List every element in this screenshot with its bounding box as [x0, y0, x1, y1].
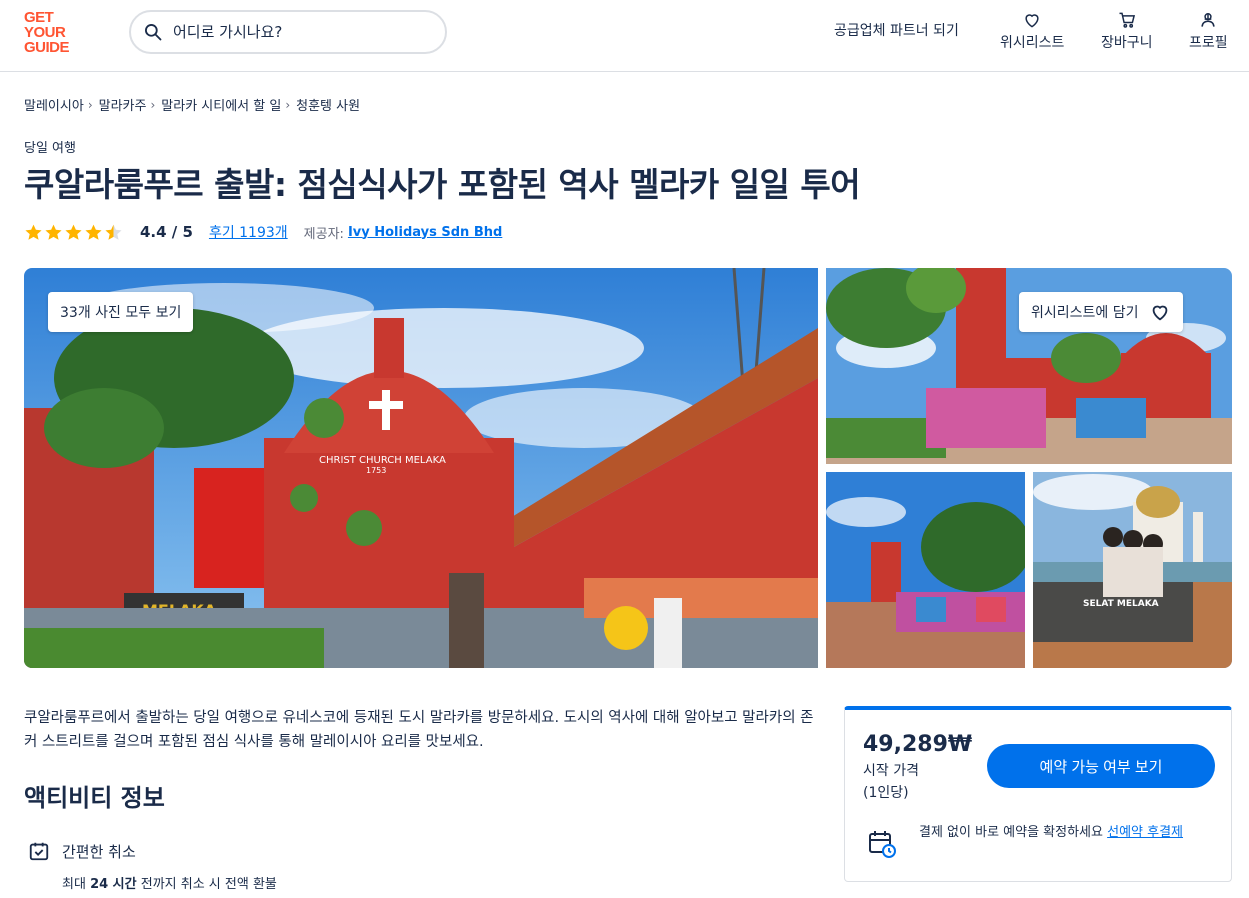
profile-icon: [1201, 13, 1215, 27]
rating-value: 4.4 / 5: [140, 223, 193, 241]
breadcrumb: 말레이시아 › 말라카주 › 말라카 시티에서 할 일 › 청훈텡 사원: [24, 95, 360, 115]
breadcrumb-item[interactable]: 말라카주: [99, 95, 147, 114]
half-star-icon: [105, 224, 122, 240]
nav-cart-label: 장바구니: [1101, 35, 1153, 51]
clock-tower-image: [826, 472, 1025, 668]
chevron-right-icon: ›: [285, 97, 291, 112]
gallery-photo-3[interactable]: [826, 472, 1025, 668]
search-bar[interactable]: [129, 10, 447, 54]
feature-description: 최대 24 시간 전까지 취소 시 전액 환불: [62, 873, 277, 892]
star-icon: [45, 224, 62, 240]
chevron-right-icon: ›: [150, 97, 156, 112]
feature-title: 간편한 취소: [62, 842, 136, 861]
price-unit-label: (1인당): [863, 785, 909, 801]
feature-desc-suffix: 전까지 취소 시 전액 환불: [136, 877, 277, 892]
activity-description: 쿠알라룸푸르에서 출발하는 당일 여행으로 유네스코에 등재된 도시 말라카를 …: [24, 710, 814, 750]
star-icon: [25, 224, 42, 240]
search-input[interactable]: [173, 23, 423, 41]
chevron-right-icon: ›: [87, 97, 93, 112]
church-sign-year: 1753: [366, 466, 386, 475]
add-to-wishlist-label: 위시리스트에 담기: [1031, 305, 1139, 321]
page-title: 쿠알라룸푸르 출발: 점심식사가 포함된 역사 멜라카 일일 투어: [24, 165, 861, 204]
nav-profile[interactable]: 프로필: [1189, 10, 1228, 52]
site-header: GET YOUR GUIDE 공급업체 파트너 되기 위시리스트 장바구니 프로…: [0, 0, 1249, 72]
reserve-now-pay-later-icon: [869, 831, 896, 858]
breadcrumb-item[interactable]: 말라카 시티에서 할 일: [161, 95, 281, 114]
feature-desc-hours: 24 시간: [90, 877, 137, 892]
provider-link[interactable]: Ivy Holidays Sdn Bhd: [348, 225, 502, 240]
supplier-partner-link[interactable]: 공급업체 파트너 되기: [834, 20, 959, 40]
rating-row: 4.4 / 5 후기 1193개 제공자: Ivy Holidays Sdn B…: [24, 222, 502, 242]
check-availability-button[interactable]: 예약 가능 여부 보기: [987, 744, 1215, 788]
getyourguide-logo[interactable]: GET YOUR GUIDE: [24, 10, 82, 56]
church-sign-text: CHRIST CHURCH MELAKA: [319, 455, 446, 466]
star-rating: [24, 223, 124, 242]
heart-icon: [1025, 14, 1039, 28]
nav-cart[interactable]: 장바구니: [1101, 10, 1153, 52]
free-cancellation-feature: 간편한 취소: [28, 840, 136, 862]
heart-icon: [1152, 305, 1167, 321]
booking-panel: 49,289₩ 시작 가격 (1인당) 예약 가능 여부 보기 결제 없이 바로…: [844, 706, 1232, 882]
selat-melaka-sign: SELAT MELAKA: [1083, 599, 1159, 609]
logo-line-1: GET: [24, 9, 54, 26]
nav-wishlist[interactable]: 위시리스트: [1000, 10, 1064, 52]
gallery-photo-4[interactable]: SELAT MELAKA: [1033, 472, 1232, 668]
nav-wishlist-label: 위시리스트: [1000, 35, 1065, 51]
reserve-now-pay-later-link[interactable]: 선예약 후결제: [1107, 825, 1183, 840]
reserve-now-description: 결제 없이 바로 예약을 확정하세요: [919, 825, 1108, 840]
activity-info-title: 액티비티 정보: [24, 784, 165, 812]
star-icon: [85, 224, 102, 240]
straits-mosque-image: SELAT MELAKA: [1033, 472, 1232, 668]
breadcrumb-item[interactable]: 말레이시아: [24, 95, 84, 114]
activity-category: 당일 여행: [24, 141, 76, 156]
price-from-label: 시작 가격: [863, 763, 919, 779]
price: 49,289₩: [863, 732, 973, 757]
breadcrumb-item[interactable]: 청훈텡 사원: [296, 95, 360, 114]
feature-desc-prefix: 최대: [62, 877, 91, 892]
calendar-check-icon: [29, 842, 49, 861]
star-icon: [65, 224, 82, 240]
logo-line-3: GUIDE: [24, 39, 70, 56]
cart-icon: [1119, 12, 1135, 28]
logo-line-2: YOUR: [24, 24, 66, 41]
add-to-wishlist-button[interactable]: 위시리스트에 담기: [1019, 292, 1183, 332]
provider-label: 제공자:: [303, 226, 344, 242]
reserve-now-text: 결제 없이 바로 예약을 확정하세요 선예약 후결제: [919, 822, 1215, 843]
nav-profile-label: 프로필: [1189, 35, 1228, 51]
search-icon: [145, 24, 162, 41]
reviews-link[interactable]: 후기 1193개: [209, 222, 288, 242]
view-all-photos-button[interactable]: 33개 사진 모두 보기: [48, 292, 194, 332]
